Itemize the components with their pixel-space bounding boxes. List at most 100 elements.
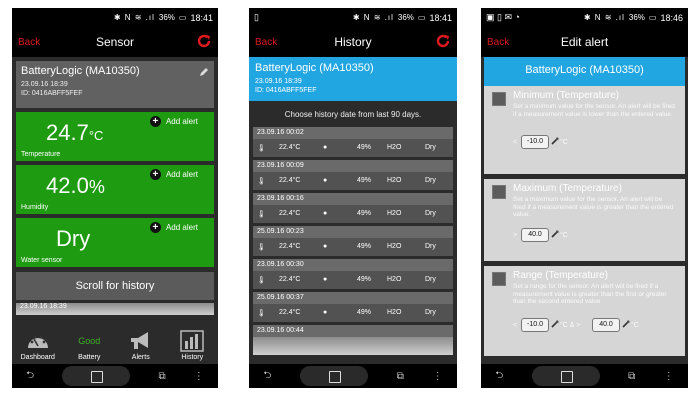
- range-alert-card: Range (Temperature) Set a range for the …: [484, 266, 685, 356]
- sensor-info-card: BatteryLogic (MA10350) 23.09.16 18:39 ID…: [249, 57, 457, 101]
- add-alert-button[interactable]: + Add alert: [149, 222, 198, 233]
- page-title: Edit alert: [560, 35, 609, 49]
- sensor-id: ID: 0416ABFF5FEF: [255, 87, 317, 94]
- history-row: 23.09.16 00:30 🌡︎ 22.4°C ● 49% H2O Dry: [253, 259, 453, 289]
- maximum-title: Maximum (Temperature): [513, 183, 622, 194]
- recents-nav-icon[interactable]: ⧉: [397, 371, 404, 382]
- pencil-icon[interactable]: [199, 67, 209, 77]
- status-bar: ✱ N ≋ .ıl 36% ▭ 18:41: [12, 8, 218, 27]
- back-nav-icon[interactable]: ⮌: [263, 368, 271, 385]
- back-nav-icon[interactable]: ⮌: [495, 368, 503, 385]
- range-unit: °C: [631, 322, 639, 329]
- history-row-date: 23.09.16 00:16: [253, 193, 453, 205]
- tab-alerts-label: Alerts: [131, 354, 150, 361]
- clock: 18:41: [190, 12, 213, 23]
- history-row-values: 🌡︎ 22.4°C ● 49% H2O Dry: [253, 172, 453, 190]
- action-bar: Back Sensor: [12, 27, 218, 57]
- phone-edit-alert-screen: ▣ ▯ ✉ ◔ ✱ N ≋ .ıl 36% ▭ 18:46 Back Edit …: [481, 8, 688, 388]
- history-row-date: 23.09.16 00:09: [253, 160, 453, 172]
- page-title: Sensor: [95, 35, 135, 49]
- recents-nav-icon[interactable]: ⧉: [159, 371, 166, 382]
- thermometer-icon: 🌡︎: [257, 310, 266, 317]
- tab-battery[interactable]: Good Battery: [65, 328, 113, 361]
- history-row-h2o: H2O: [387, 177, 402, 184]
- range-checkbox[interactable]: [492, 272, 506, 286]
- history-row-water: Dry: [425, 243, 436, 250]
- choose-date-prompt[interactable]: Choose history date from last 90 days.: [249, 101, 457, 127]
- clear-icon[interactable]: [622, 320, 630, 328]
- sensor-content: BatteryLogic (MA10350) 23.09.16 18:39 ID…: [12, 57, 218, 364]
- tab-history[interactable]: History: [168, 328, 216, 361]
- battery-icon: ▭: [178, 13, 187, 22]
- plus-icon: +: [149, 169, 161, 180]
- maximum-checkbox[interactable]: [492, 185, 506, 199]
- droplet-icon: ●: [323, 309, 328, 316]
- temperature-tile[interactable]: 24.7°C + Add alert Temperature: [16, 112, 214, 161]
- back-nav-icon[interactable]: ⮌: [26, 368, 34, 385]
- home-nav-button[interactable]: [531, 366, 600, 386]
- home-nav-button[interactable]: [62, 366, 131, 386]
- history-content: BatteryLogic (MA10350) 23.09.16 18:39 ID…: [249, 57, 457, 364]
- clear-icon[interactable]: [551, 320, 559, 328]
- minimum-value-field[interactable]: -10.0: [521, 135, 549, 149]
- minimum-alert-card: Minimum (Temperature) Set a minimum valu…: [484, 86, 685, 174]
- battery-status: Good: [78, 336, 101, 346]
- sensor-info-card[interactable]: BatteryLogic (MA10350) 23.09.16 18:39 ID…: [16, 61, 214, 108]
- range-max-field[interactable]: 40.0: [592, 318, 620, 332]
- home-nav-button[interactable]: [300, 366, 369, 386]
- refresh-icon[interactable]: [196, 33, 212, 49]
- history-row-h2o: H2O: [387, 210, 402, 217]
- action-bar: Back History: [249, 27, 457, 57]
- history-row-water: Dry: [425, 309, 436, 316]
- back-button[interactable]: Back: [18, 37, 40, 48]
- range-operator: <: [513, 322, 518, 329]
- range-mid-text: °C & >: [560, 322, 581, 329]
- status-icons: ✱ N ≋ .ıl: [583, 13, 625, 22]
- water-sensor-tile[interactable]: Dry + Add alert Water sensor: [16, 218, 214, 267]
- bar-chart-icon: [180, 330, 204, 352]
- clear-icon[interactable]: [551, 137, 559, 145]
- tab-history-label: History: [181, 354, 204, 361]
- status-bar: ▯ ✱ N ≋ .ıl 36% ▭ 18:41: [249, 8, 457, 27]
- battery-icon: ▭: [417, 13, 426, 22]
- overflow-menu-icon[interactable]: ⋮: [664, 371, 674, 382]
- overflow-menu-icon[interactable]: ⋮: [194, 371, 204, 382]
- humidity-value: 42.0%: [46, 173, 105, 198]
- scroll-history-button[interactable]: Scroll for history: [16, 272, 214, 300]
- system-nav-bar: ⮌ ⧉ ⋮: [12, 364, 218, 388]
- history-row-date: 23.09.16 00:02: [253, 127, 453, 139]
- sensor-date: 23.09.16 18:39: [255, 78, 302, 85]
- history-row: 25.09.16 00:37 🌡︎ 22.4°C ● 49% H2O Dry: [253, 292, 453, 322]
- maximum-description: Set a maximum value for the sensor. An a…: [513, 196, 674, 218]
- history-row-water: Dry: [425, 210, 436, 217]
- notification-icons: ▣ ▯ ✉ ◔: [486, 12, 520, 22]
- minimum-checkbox[interactable]: [492, 92, 506, 106]
- refresh-icon[interactable]: [435, 33, 451, 49]
- history-row-h2o: H2O: [387, 243, 402, 250]
- history-row-temp: 22.4°C: [279, 177, 301, 184]
- battery-percent: 36%: [397, 13, 414, 22]
- droplet-icon: ●: [323, 210, 328, 217]
- droplet-icon: ●: [323, 144, 328, 151]
- tab-dashboard[interactable]: Dashboard: [14, 328, 62, 361]
- thermometer-icon: 🌡︎: [257, 178, 266, 185]
- clear-icon[interactable]: [551, 230, 559, 238]
- history-row-humidity: 49%: [357, 309, 372, 316]
- recents-nav-icon[interactable]: ⧉: [628, 371, 635, 382]
- back-button[interactable]: Back: [487, 37, 509, 48]
- history-row-h2o: H2O: [387, 309, 402, 316]
- battery-percent: 36%: [158, 13, 175, 22]
- add-alert-button[interactable]: + Add alert: [149, 116, 198, 127]
- overflow-menu-icon[interactable]: ⋮: [433, 371, 443, 382]
- back-button[interactable]: Back: [255, 37, 277, 48]
- maximum-value-field[interactable]: 40.0: [521, 228, 549, 242]
- maximum-operator: >: [513, 232, 518, 239]
- tab-alerts[interactable]: Alerts: [117, 328, 165, 361]
- humidity-tile[interactable]: 42.0% + Add alert Humidity: [16, 165, 214, 214]
- history-row-humidity: 49%: [357, 243, 372, 250]
- history-row-temp: 22.4°C: [279, 210, 301, 217]
- temperature-value: 24.7°C: [46, 120, 104, 145]
- add-alert-button[interactable]: + Add alert: [149, 169, 198, 180]
- range-min-field[interactable]: -10.0: [521, 318, 549, 332]
- maximum-unit: °C: [560, 232, 568, 239]
